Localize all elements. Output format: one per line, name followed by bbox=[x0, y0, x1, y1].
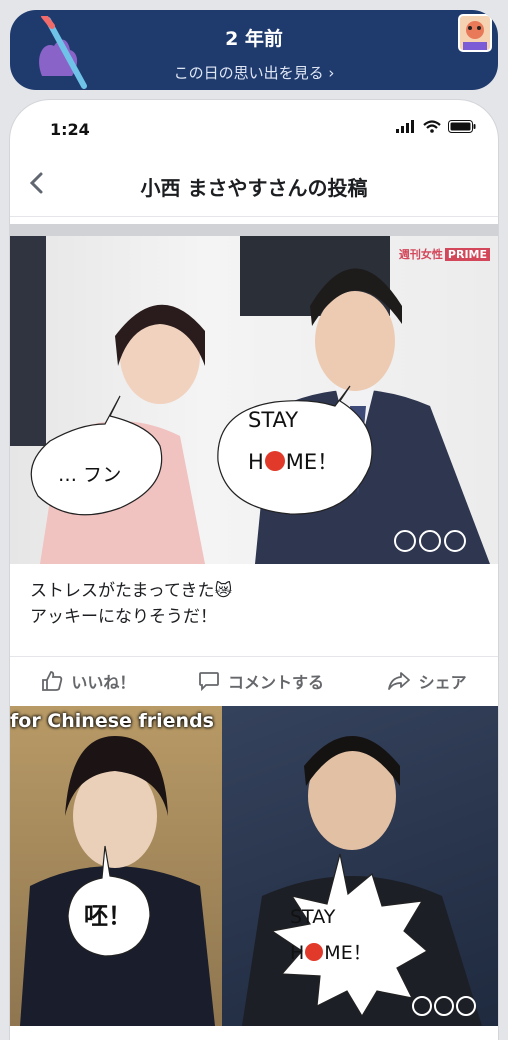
share-label: シェア bbox=[418, 673, 467, 692]
status-bar: 1:24 bbox=[10, 100, 498, 152]
battery-icon bbox=[448, 120, 476, 133]
caption-line-1: ストレスがたまってきた😿 bbox=[30, 581, 233, 601]
bubble-left-text: 呸！ bbox=[84, 902, 132, 930]
watermark-text: 週刊女性 bbox=[398, 248, 443, 261]
watermark: 週刊女性 PRIME bbox=[399, 246, 490, 262]
bubble-right-h: H bbox=[248, 450, 264, 474]
wifi-icon bbox=[423, 120, 441, 133]
image-caption: for Chinese friends bbox=[10, 710, 214, 732]
bubble-right-me: ME！ bbox=[324, 942, 372, 964]
like-icon bbox=[42, 671, 63, 691]
post-photo[interactable]: 週刊女性 PRIME … フン STAY H ME！ bbox=[10, 236, 498, 564]
caption-line-2: アッキーになりそうだ！ bbox=[30, 607, 217, 627]
bubble-left-text: … フン bbox=[58, 464, 122, 486]
page-title: 小西 まさやすさんの投稿 bbox=[140, 176, 368, 200]
see-memory-link[interactable]: この日の思い出を見る › bbox=[10, 62, 498, 83]
bubble-right-h: H bbox=[290, 942, 305, 964]
photo-left-illustration bbox=[20, 736, 215, 1026]
photo-left bbox=[10, 706, 222, 1026]
sticker-icon bbox=[458, 14, 492, 52]
comment-icon bbox=[199, 672, 219, 692]
signal-icon bbox=[396, 120, 414, 133]
photo-right-illustration bbox=[242, 736, 482, 1026]
like-label: いいね！ bbox=[71, 673, 136, 692]
memory-years: 2 年前 bbox=[225, 28, 283, 50]
watermark-badge: PRIME bbox=[444, 248, 490, 261]
phone-screen: 1:24 小西 まさやすさんの投稿 週刊女性 PRIME … フン STAY H… bbox=[10, 100, 498, 1040]
bubble-right-text-line2: H ME！ bbox=[248, 446, 338, 476]
share-icon bbox=[387, 672, 410, 690]
comment-button[interactable]: コメントする bbox=[198, 669, 324, 693]
comment-label: コメントする bbox=[227, 673, 324, 692]
nav-bar: 小西 まさやすさんの投稿 bbox=[10, 152, 498, 217]
post: 週刊女性 PRIME … フン STAY H ME！ ストレスがたまってきた😿 アッ… bbox=[10, 236, 498, 718]
post-caption: ストレスがたまってきた😿 アッキーになりそうだ！ bbox=[30, 578, 232, 630]
share-button[interactable]: シェア bbox=[387, 669, 467, 693]
bubble-right-text-line1: STAY bbox=[248, 408, 299, 432]
memory-banner[interactable]: 2 年前 この日の思い出を見る › bbox=[10, 10, 498, 90]
photo-illustration bbox=[10, 236, 490, 564]
post-photo-2[interactable]: STAY H ME！ for Chinese friends 呸！ bbox=[10, 706, 498, 1026]
bubble-right-me: ME！ bbox=[285, 450, 339, 474]
emoji-angry-icon bbox=[305, 943, 324, 961]
bubble-right-text-line2: H ME！ bbox=[290, 938, 372, 965]
like-button[interactable]: いいね！ bbox=[41, 669, 135, 693]
divider bbox=[10, 224, 498, 236]
status-time: 1:24 bbox=[50, 120, 90, 139]
post-actions: いいね！ コメントする シェア bbox=[10, 656, 498, 705]
bubble-right-text-line1: STAY bbox=[290, 906, 336, 928]
emoji-angry-icon bbox=[264, 451, 285, 471]
photo-right: STAY H ME！ bbox=[222, 706, 498, 1026]
